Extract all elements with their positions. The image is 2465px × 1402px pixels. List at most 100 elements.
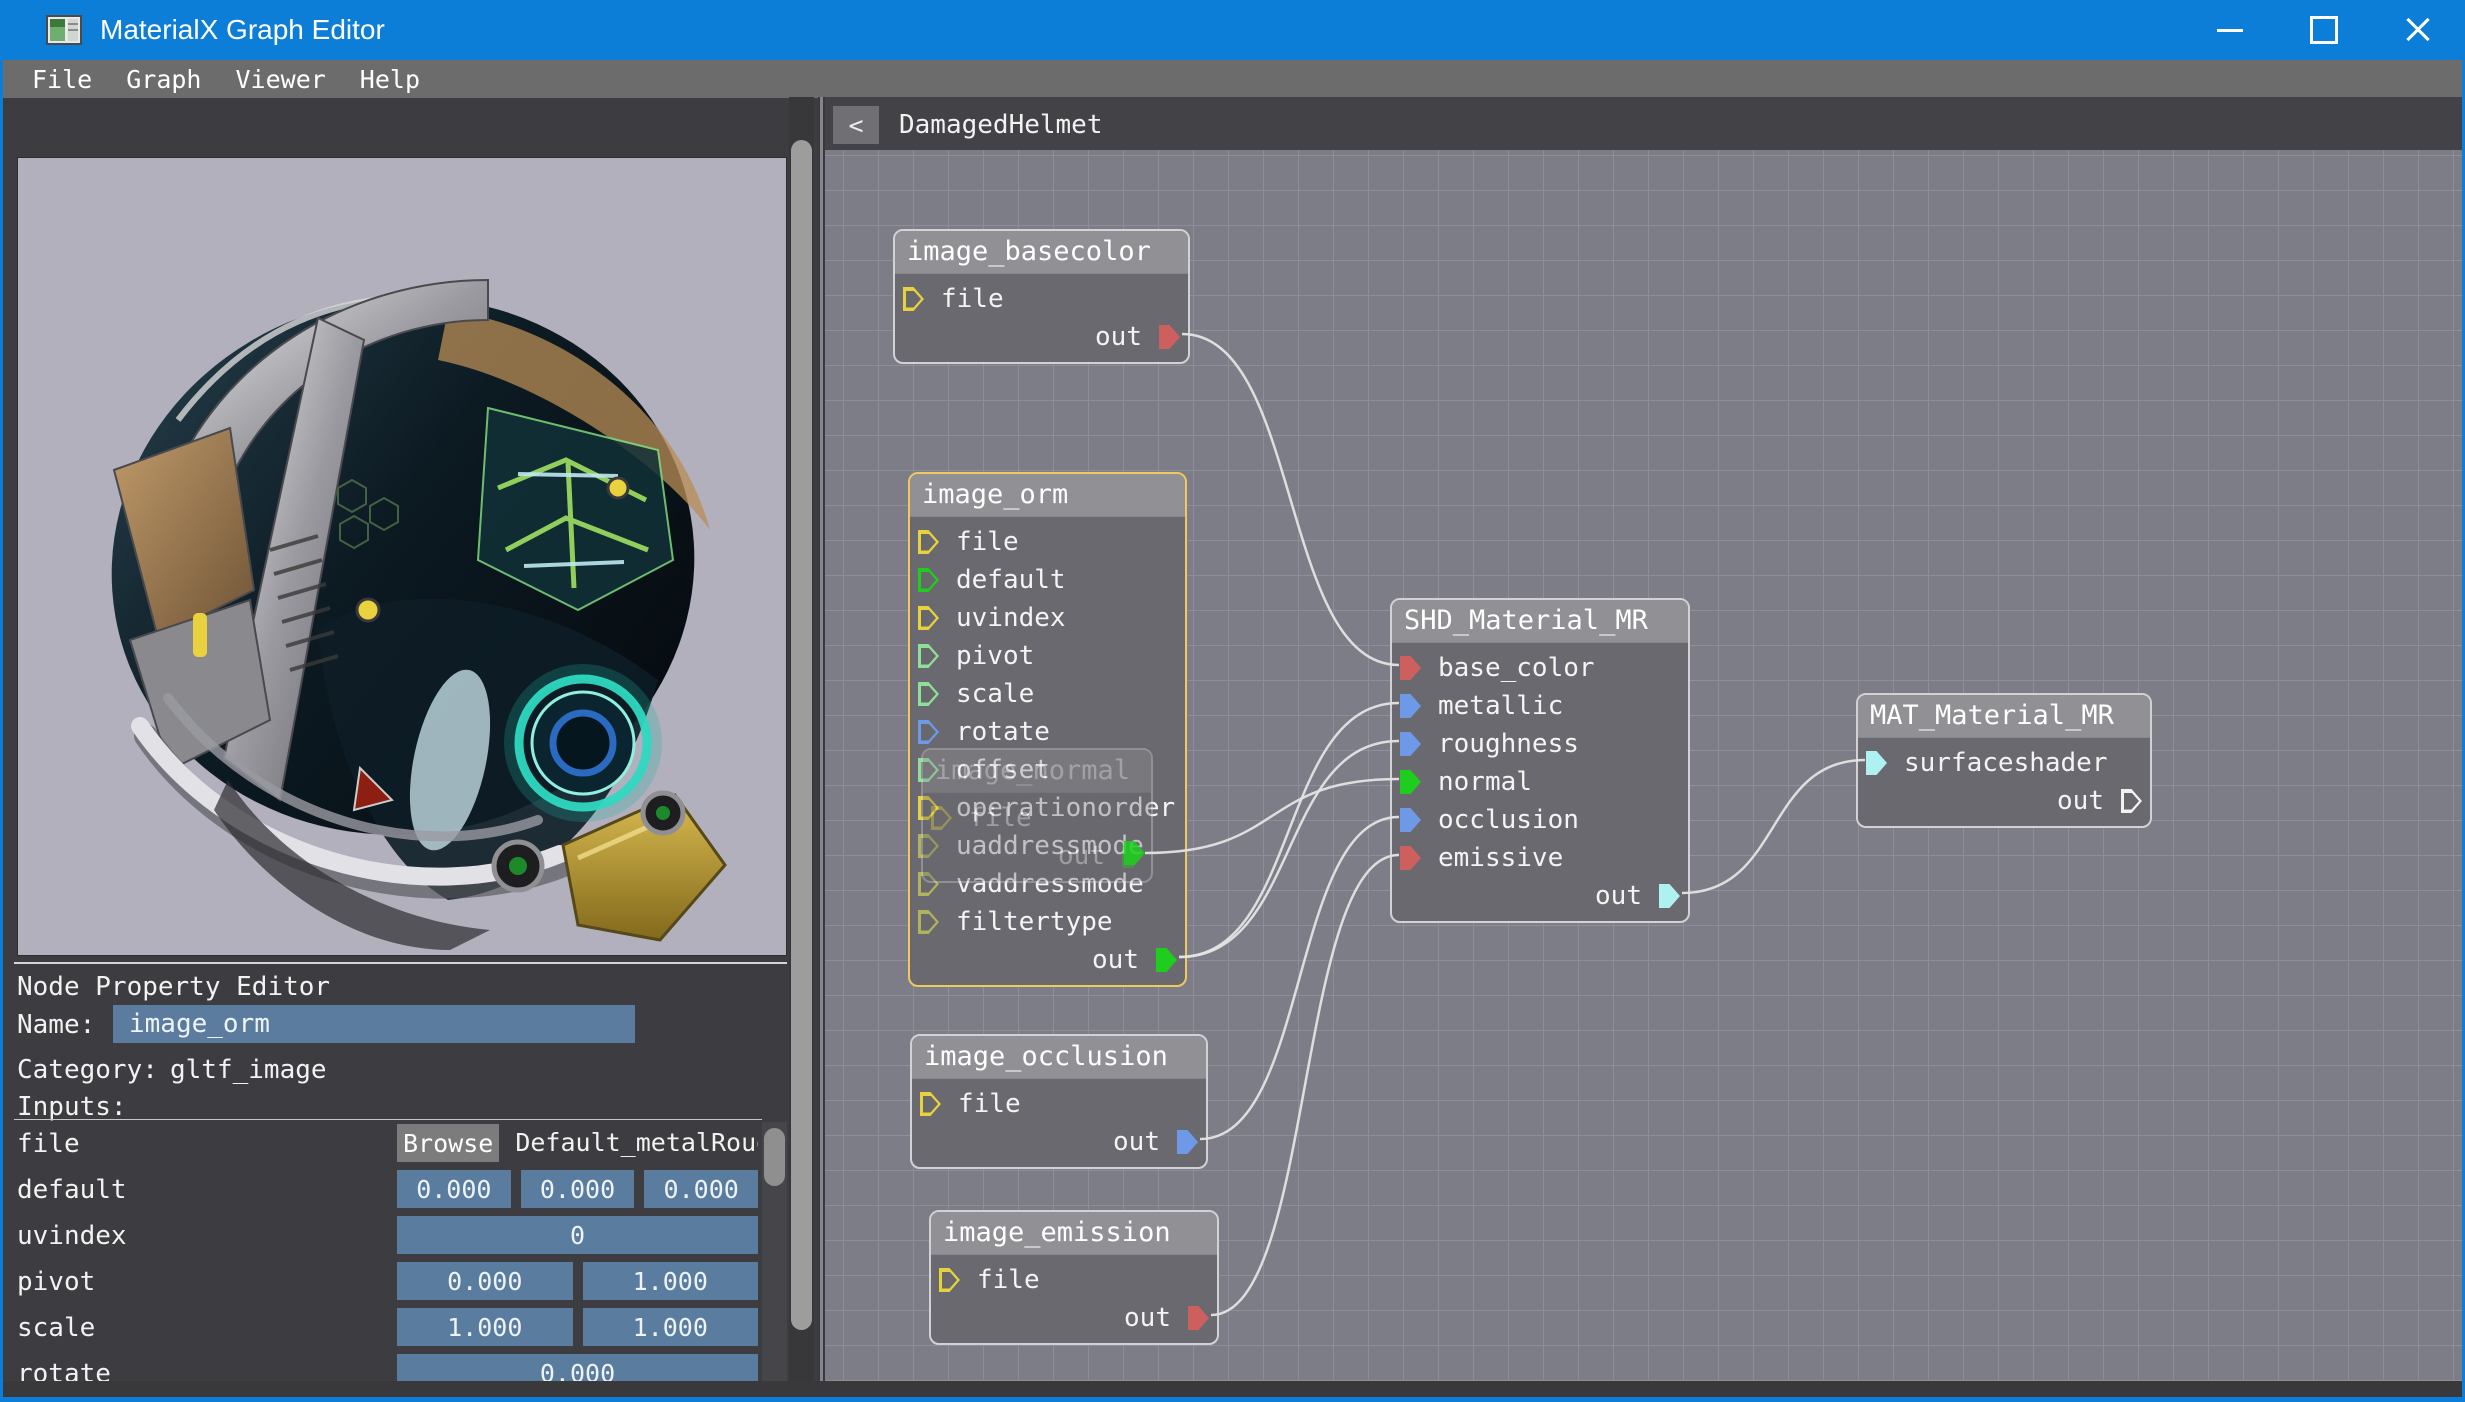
- pin-image_orm-scale[interactable]: [918, 682, 939, 706]
- close-button[interactable]: [2371, 0, 2465, 60]
- value-field[interactable]: 1.000: [583, 1262, 759, 1300]
- port-row-surfaceshader: surfaceshader: [1858, 744, 2150, 782]
- port-label: file: [941, 284, 1004, 314]
- pin-SHD_Material_MR-normal[interactable]: [1400, 770, 1421, 794]
- graph-back-button[interactable]: <: [833, 106, 879, 144]
- port-label: out: [1124, 1303, 1171, 1333]
- app-icon: [46, 15, 82, 45]
- port-label: out: [1092, 945, 1139, 975]
- value-field[interactable]: 0.000: [644, 1170, 758, 1208]
- pin-image_orm-file[interactable]: [918, 530, 939, 554]
- port-label: scale: [956, 679, 1034, 709]
- value-field[interactable]: 0.000: [521, 1170, 635, 1208]
- pin-SHD_Material_MR-base_color[interactable]: [1400, 656, 1421, 680]
- graph-panel: < DamagedHelmet image_basecolorfileoutim…: [825, 97, 2462, 1381]
- wire-6: [1682, 760, 1865, 893]
- pin-image_orm-uvindex[interactable]: [918, 606, 939, 630]
- port-row-file: file: [910, 523, 1185, 561]
- value-field[interactable]: 1.000: [397, 1308, 573, 1346]
- input-label: uvindex: [17, 1221, 127, 1251]
- pin-image_occlusion-out[interactable]: [1177, 1130, 1198, 1154]
- title-bar[interactable]: MaterialX Graph Editor: [0, 0, 2465, 60]
- node-image_normal[interactable]: image_normalfileout: [921, 748, 1153, 883]
- port-label: emissive: [1438, 843, 1563, 873]
- menu-viewer[interactable]: Viewer: [218, 65, 342, 94]
- pin-SHD_Material_MR-roughness[interactable]: [1400, 732, 1421, 756]
- value-field[interactable]: 0: [397, 1216, 758, 1254]
- graph-canvas[interactable]: image_basecolorfileout image_normalfileou…: [825, 150, 2462, 1381]
- render-viewport[interactable]: [17, 157, 787, 956]
- pin-image_orm-rotate[interactable]: [918, 720, 939, 744]
- port-row-metallic: metallic: [1392, 687, 1688, 725]
- minimize-icon: [2217, 29, 2243, 32]
- node-image_basecolor[interactable]: image_basecolorfileout: [893, 229, 1190, 364]
- menu-help[interactable]: Help: [343, 65, 437, 94]
- pin-core: [921, 914, 936, 931]
- category-label: Category:: [17, 1055, 158, 1085]
- pin-image_orm-default[interactable]: [918, 568, 939, 592]
- value-field[interactable]: 1.000: [583, 1308, 759, 1346]
- value-field[interactable]: 0.000: [397, 1262, 573, 1300]
- pin-core: [942, 1272, 957, 1289]
- port-label: uvindex: [956, 603, 1066, 633]
- maximize-button[interactable]: [2277, 0, 2371, 60]
- port-row-uvindex: uvindex: [910, 599, 1185, 637]
- pin-image_orm-filtertype[interactable]: [918, 910, 939, 934]
- inputs-scrollbar: [762, 1122, 787, 1382]
- pin-core: [921, 724, 936, 741]
- inputs-list: file Browse Default_metalRough default0.000…: [14, 1120, 762, 1392]
- inputs-scrollbar-thumb[interactable]: [764, 1128, 785, 1186]
- node-SHD_Material_MR[interactable]: SHD_Material_MRbase_colormetallicroughne…: [1390, 598, 1690, 923]
- value-field[interactable]: 0.000: [397, 1170, 511, 1208]
- port-row-out: out: [912, 1123, 1206, 1161]
- window-title: MaterialX Graph Editor: [100, 14, 385, 46]
- node-image_occlusion[interactable]: image_occlusionfileout: [910, 1034, 1208, 1169]
- input-row-uvindex: uvindex 0: [14, 1212, 762, 1258]
- port-row-out: out: [1858, 782, 2150, 820]
- node-image_orm[interactable]: image_ormfiledefaultuvindexpivotscalerot…: [908, 472, 1187, 987]
- input-label: file: [17, 1129, 80, 1159]
- pin-SHD_Material_MR-occlusion[interactable]: [1400, 808, 1421, 832]
- pin-image_emission-file[interactable]: [939, 1268, 960, 1292]
- wire-5: [1211, 855, 1399, 1315]
- browse-button[interactable]: Browse: [397, 1124, 499, 1162]
- pin-image_basecolor-out[interactable]: [1159, 325, 1180, 349]
- pin-image_orm-pivot[interactable]: [918, 644, 939, 668]
- pin-image_basecolor-file[interactable]: [903, 287, 924, 311]
- port-label: pivot: [956, 641, 1034, 671]
- file-value: Default_metalRough: [515, 1124, 758, 1162]
- port-row-filtertype: filtertype: [910, 903, 1185, 941]
- menu-bar: File Graph Viewer Help: [3, 60, 2462, 98]
- port-label: out: [1595, 881, 1642, 911]
- menu-graph[interactable]: Graph: [109, 65, 218, 94]
- minimize-button[interactable]: [2183, 0, 2277, 60]
- port-label: surfaceshader: [1904, 748, 2108, 778]
- pin-image_normal-file[interactable]: [931, 806, 952, 830]
- port-row-file: file: [923, 799, 1151, 837]
- node-image_emission[interactable]: image_emissionfileout: [929, 1210, 1219, 1345]
- left-panel-scrollbar-thumb[interactable]: [791, 140, 812, 1330]
- materialx-graph-editor-window: MaterialX Graph Editor File Graph Viewer…: [0, 0, 2465, 1402]
- node-title: image_occlusion: [912, 1036, 1206, 1079]
- input-row-default: default0.0000.0000.000: [14, 1166, 762, 1212]
- name-input[interactable]: [113, 1005, 635, 1043]
- port-label: normal: [1438, 767, 1532, 797]
- window-frame-left: [0, 60, 3, 1402]
- maximize-icon: [2310, 16, 2338, 44]
- pin-core: [921, 534, 936, 551]
- port-row-out: out: [931, 1299, 1217, 1337]
- pin-MAT_Material_MR-surfaceshader[interactable]: [1866, 751, 1887, 775]
- pin-SHD_Material_MR-emissive[interactable]: [1400, 846, 1421, 870]
- pin-MAT_Material_MR-out[interactable]: [2121, 789, 2142, 813]
- pin-image_occlusion-file[interactable]: [920, 1092, 941, 1116]
- node-title: SHD_Material_MR: [1392, 600, 1688, 643]
- node-MAT_Material_MR[interactable]: MAT_Material_MRsurfaceshaderout: [1856, 693, 2152, 828]
- pin-image_orm-out[interactable]: [1156, 948, 1177, 972]
- panel-splitter[interactable]: [818, 97, 825, 1381]
- left-panel-scrollbar: [789, 97, 814, 1381]
- pin-image_emission-out[interactable]: [1188, 1306, 1209, 1330]
- pin-SHD_Material_MR-metallic[interactable]: [1400, 694, 1421, 718]
- menu-file[interactable]: File: [15, 65, 109, 94]
- pin-SHD_Material_MR-out[interactable]: [1659, 884, 1680, 908]
- port-label: default: [956, 565, 1066, 595]
